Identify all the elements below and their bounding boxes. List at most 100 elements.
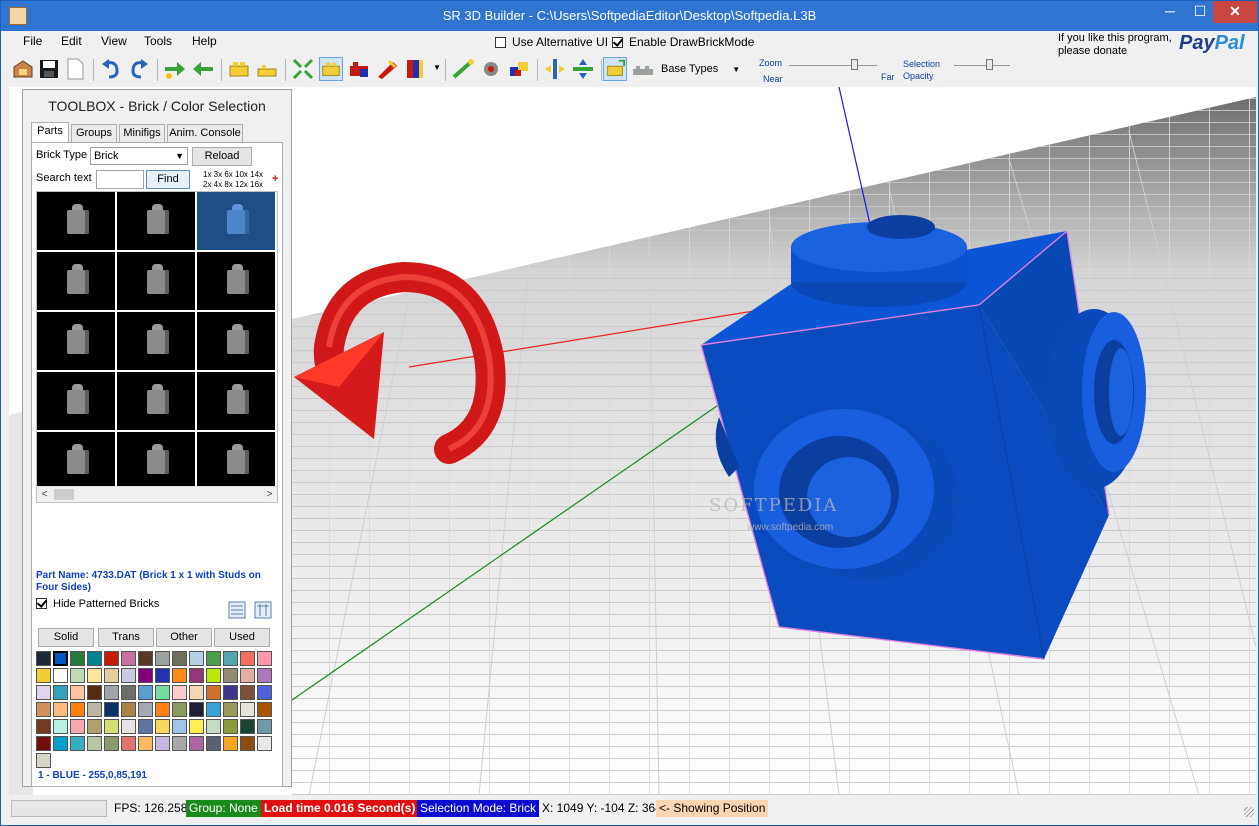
part-thumbnail[interactable]: [117, 252, 196, 311]
color-swatch[interactable]: [240, 668, 255, 683]
part-thumbnail[interactable]: [37, 192, 116, 251]
reload-button[interactable]: Reload: [192, 147, 252, 166]
color-swatch[interactable]: [53, 736, 68, 751]
part-thumbnail[interactable]: [117, 372, 196, 431]
color-swatch[interactable]: [257, 651, 272, 666]
color-swatch[interactable]: [104, 685, 119, 700]
tab-parts[interactable]: Parts: [31, 122, 69, 143]
color-swatch[interactable]: [240, 702, 255, 717]
search-input[interactable]: [96, 170, 144, 189]
color-swatch[interactable]: [121, 668, 136, 683]
part-thumbnail[interactable]: [197, 372, 276, 431]
scrollbar-thumb[interactable]: [54, 489, 74, 500]
zoom-slider-thumb[interactable]: [851, 59, 858, 70]
color-swatch[interactable]: [87, 685, 102, 700]
menu-edit[interactable]: Edit: [61, 34, 82, 48]
color-swatch[interactable]: [206, 702, 221, 717]
color-swatch[interactable]: [172, 685, 187, 700]
color-swatch[interactable]: [257, 736, 272, 751]
scroll-left-icon[interactable]: <: [37, 487, 52, 502]
maximize-button[interactable]: ☐: [1185, 1, 1215, 23]
color-swatch[interactable]: [104, 668, 119, 683]
color-swatch[interactable]: [240, 719, 255, 734]
move-left-icon[interactable]: [191, 57, 215, 81]
color-swatch[interactable]: [138, 736, 153, 751]
menu-help[interactable]: Help: [192, 34, 217, 48]
color-swatch[interactable]: [155, 685, 170, 700]
color-swatch[interactable]: [36, 685, 51, 700]
grid-view-icon[interactable]: [254, 601, 272, 619]
color-swatch[interactable]: [189, 719, 204, 734]
move-right-icon[interactable]: [163, 57, 187, 81]
tab-anim-console[interactable]: Anim. Console: [167, 124, 243, 142]
color-swatch[interactable]: [223, 702, 238, 717]
color-swatch[interactable]: [223, 651, 238, 666]
color-swatch[interactable]: [206, 719, 221, 734]
color-swatch[interactable]: [70, 651, 85, 666]
move-y-icon[interactable]: [571, 57, 595, 81]
color-swatch[interactable]: [257, 702, 272, 717]
color-swatch[interactable]: [257, 668, 272, 683]
color-swatch[interactable]: [87, 668, 102, 683]
color-swatch[interactable]: [189, 668, 204, 683]
color-swatch[interactable]: [121, 685, 136, 700]
color-swatch[interactable]: [172, 719, 187, 734]
color-swatch[interactable]: [223, 736, 238, 751]
close-button[interactable]: ✕: [1213, 1, 1257, 23]
color-swatch[interactable]: [138, 651, 153, 666]
color-swatch[interactable]: [240, 651, 255, 666]
color-swatch[interactable]: [189, 651, 204, 666]
color-swatch[interactable]: [104, 719, 119, 734]
color-swatch[interactable]: [53, 702, 68, 717]
color-swatch[interactable]: [70, 668, 85, 683]
color-swatch[interactable]: [189, 702, 204, 717]
base-plate-icon[interactable]: [631, 57, 655, 81]
draw-brick-check-box[interactable]: [612, 37, 623, 48]
color-swatch[interactable]: [172, 736, 187, 751]
color-tab-used[interactable]: Used: [214, 628, 270, 647]
color-swatch[interactable]: [104, 736, 119, 751]
color-tab-trans[interactable]: Trans: [98, 628, 154, 647]
part-thumbnail[interactable]: [117, 312, 196, 371]
redo-icon[interactable]: [127, 57, 151, 81]
menu-file[interactable]: File: [23, 34, 42, 48]
alt-ui-check-box[interactable]: [495, 37, 506, 48]
paypal-logo[interactable]: PayPal: [1179, 32, 1245, 55]
color-swatch[interactable]: [206, 685, 221, 700]
brick-red-icon[interactable]: [347, 57, 371, 81]
color-swatch[interactable]: [206, 651, 221, 666]
color-swatch[interactable]: [223, 668, 238, 683]
menu-view[interactable]: View: [101, 34, 127, 48]
part-thumbnail[interactable]: [197, 192, 276, 251]
color-swatch[interactable]: [104, 651, 119, 666]
zoom-slider-track[interactable]: [789, 65, 877, 66]
scale-options-row2[interactable]: 2x 4x 8x 12x 16x: [203, 180, 263, 190]
color-swatch[interactable]: [172, 668, 187, 683]
color-swatch[interactable]: [257, 719, 272, 734]
part-thumbnail[interactable]: [197, 312, 276, 371]
color-swatch[interactable]: [121, 736, 136, 751]
color-swatch[interactable]: [206, 668, 221, 683]
color-swatch[interactable]: [172, 651, 187, 666]
dropdown-arrow-icon[interactable]: ▼: [433, 63, 441, 72]
brick-paint-icon[interactable]: [375, 57, 399, 81]
color-swatch[interactable]: [172, 702, 187, 717]
opacity-slider-thumb[interactable]: [986, 59, 994, 70]
part-thumbnail[interactable]: [117, 432, 196, 491]
color-swatch[interactable]: [155, 702, 170, 717]
color-swatch[interactable]: [189, 685, 204, 700]
hide-patterned-bricks-checkbox[interactable]: Hide Patterned Bricks: [36, 598, 159, 610]
color-swatch[interactable]: [53, 719, 68, 734]
table-view-icon[interactable]: [228, 601, 246, 619]
color-swatch[interactable]: [87, 736, 102, 751]
color-swatch[interactable]: [121, 651, 136, 666]
draw-brick-icon[interactable]: [603, 57, 627, 81]
color-swatch[interactable]: [53, 685, 68, 700]
open-icon[interactable]: [11, 57, 35, 81]
color-swatch[interactable]: [223, 719, 238, 734]
scroll-right-icon[interactable]: >: [262, 487, 277, 502]
opacity-slider-track[interactable]: [954, 65, 1010, 66]
color-swatch[interactable]: [87, 651, 102, 666]
color-tab-solid[interactable]: Solid: [38, 628, 94, 647]
new-icon[interactable]: [63, 57, 87, 81]
